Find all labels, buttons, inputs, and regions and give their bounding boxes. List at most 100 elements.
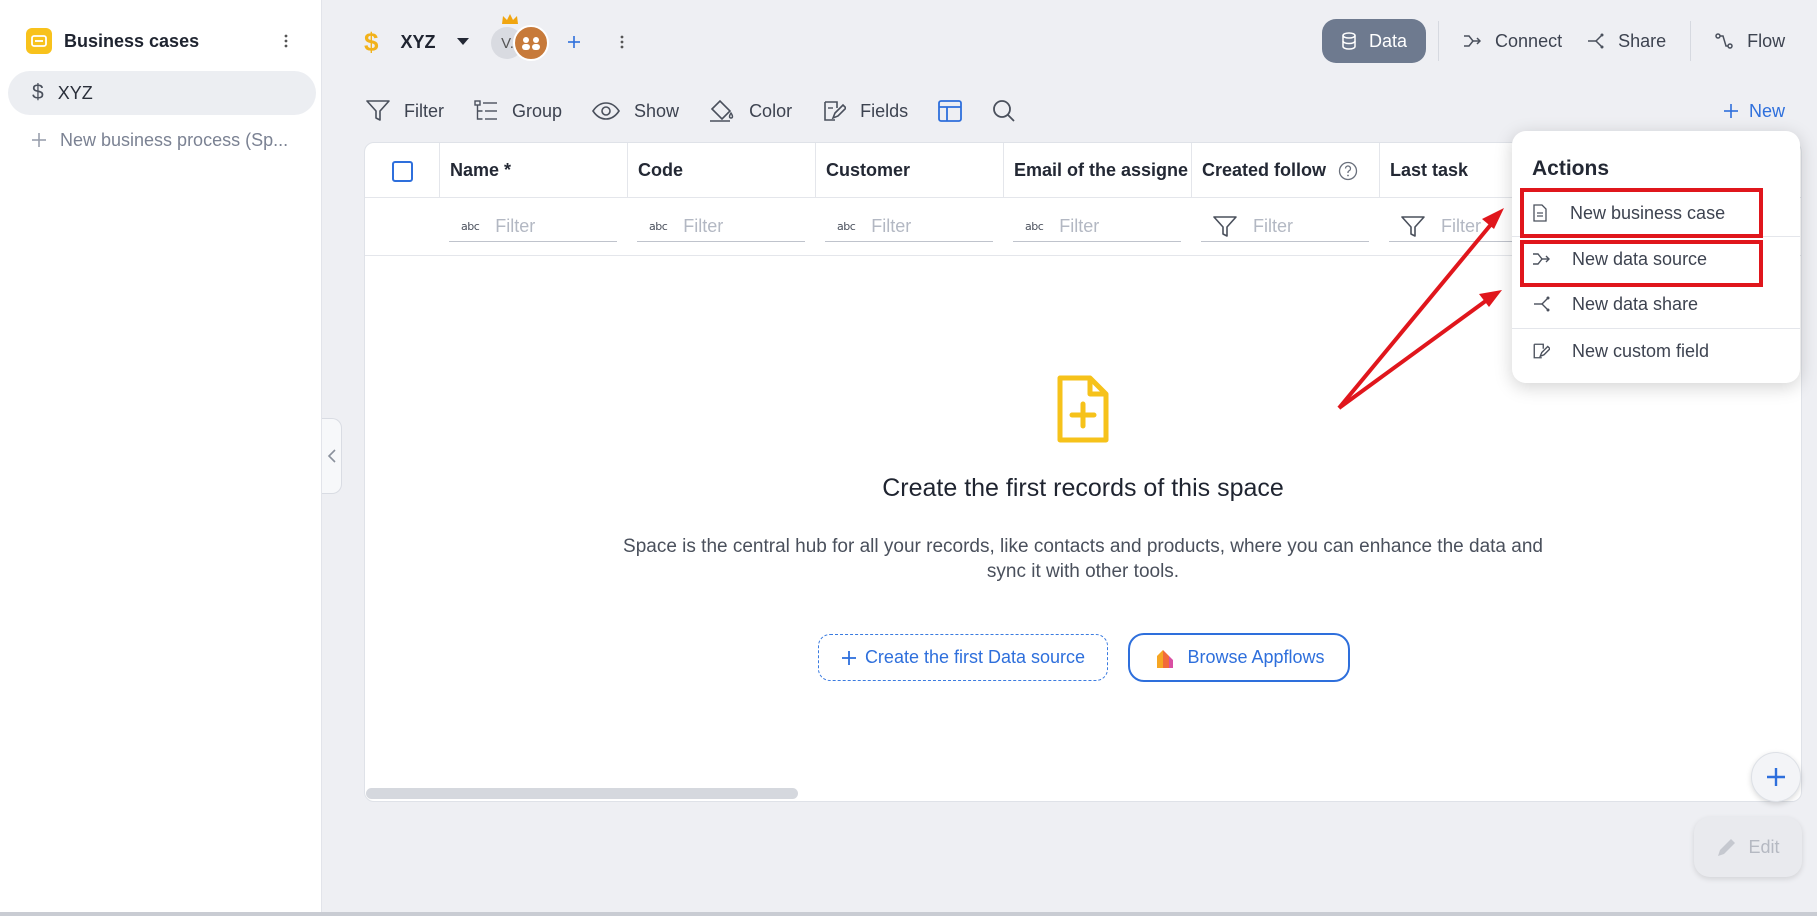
help-icon[interactable] (1338, 161, 1358, 181)
filter-placeholder: Filter (871, 216, 912, 236)
menu-item-new-custom-field[interactable]: New custom field (1512, 331, 1800, 371)
column-title: Email of the assigne (1014, 160, 1189, 180)
caret-down-icon[interactable] (457, 38, 470, 46)
sidebar: Business cases $ XYZ New business proces… (0, 0, 322, 912)
create-first-data-source-label: Create the first Data source (864, 647, 1086, 667)
tab-flow[interactable]: Flow (1703, 19, 1797, 63)
column-title: Name * (450, 160, 512, 180)
column-title: Created follow (1202, 160, 1358, 181)
layout-icon[interactable] (938, 100, 962, 122)
fields-icon (1533, 343, 1550, 359)
filter-placeholder: Filter (1253, 216, 1293, 236)
filter-cell: abc Filter (439, 198, 627, 255)
browse-appflows-button[interactable]: Browse Appflows (1128, 633, 1350, 682)
show-label: Show (634, 100, 680, 121)
group-icon (474, 100, 497, 120)
highlight-new-business-case (1520, 188, 1763, 238)
filter-placeholder: Filter (1059, 216, 1100, 236)
select-all-cell (365, 143, 439, 197)
group-button[interactable]: Group (474, 100, 562, 122)
filter-input[interactable]: Filter (1201, 212, 1369, 242)
color-label: Color (749, 100, 793, 121)
menu-divider (1512, 328, 1800, 329)
eye-icon (592, 102, 620, 120)
empty-state-title: Create the first records of this space (882, 474, 1284, 502)
menu-item-label: New custom field (1572, 340, 1710, 361)
plus-icon (32, 133, 46, 147)
edit-button[interactable]: Edit (1694, 817, 1802, 877)
color-button[interactable]: Color (709, 99, 792, 123)
edit-label: Edit (1748, 836, 1780, 857)
sidebar-more-icon[interactable] (276, 30, 296, 52)
space-name[interactable]: XYZ (400, 32, 435, 53)
member-avatars[interactable]: V. (491, 14, 550, 62)
space-more-icon[interactable] (617, 31, 627, 53)
tab-connect[interactable]: Connect (1451, 19, 1574, 63)
column-header-created-follow[interactable]: Created follow (1191, 143, 1379, 197)
filter-input[interactable]: abc Filter (637, 212, 805, 242)
appflows-logo-icon (1157, 649, 1174, 668)
fields-label: Fields (860, 100, 909, 121)
fields-button[interactable]: Fields (822, 99, 908, 123)
text-type-icon: abc (1025, 220, 1044, 233)
add-record-button[interactable] (1751, 752, 1801, 802)
add-member-icon[interactable] (563, 31, 585, 53)
database-icon (1342, 32, 1356, 50)
filter-cell: abc Filter (1003, 198, 1191, 255)
group-label: Group (512, 100, 563, 121)
text-type-icon: abc (837, 220, 856, 233)
chevron-left-icon (327, 449, 336, 463)
paint-bucket-icon (710, 99, 734, 122)
highlight-new-data-source (1520, 240, 1763, 287)
plus-icon (1767, 768, 1785, 786)
tab-data[interactable]: Data (1322, 19, 1427, 63)
search-icon[interactable] (992, 99, 1016, 123)
share-icon (1534, 296, 1550, 312)
sidebar-collapse-handle[interactable] (322, 418, 342, 494)
divider (1438, 21, 1440, 61)
filter-icon (366, 100, 390, 121)
column-title: Last task (1390, 160, 1469, 180)
new-label: New (1749, 100, 1786, 121)
new-button[interactable]: New (1723, 96, 1785, 126)
crown-icon (501, 13, 519, 25)
horizontal-scrollbar[interactable] (366, 788, 798, 799)
sidebar-item-xyz[interactable]: $ XYZ (8, 71, 316, 115)
column-header-customer[interactable]: Customer (815, 143, 1003, 197)
view-switcher: Data Connect Share Flow (1322, 19, 1817, 63)
show-button[interactable]: Show (592, 101, 679, 122)
avatar-group-icon (513, 25, 550, 61)
bottom-divider (0, 912, 1817, 916)
plus-icon (841, 650, 856, 665)
tab-share[interactable]: Share (1574, 19, 1678, 63)
text-type-icon: abc (649, 220, 668, 233)
space-dollar-icon: $ (364, 26, 379, 57)
filter-icon (1401, 215, 1425, 237)
new-business-process-link[interactable]: New business process (Sp... (30, 127, 292, 153)
flow-icon (1715, 33, 1733, 49)
column-header-code[interactable]: Code (627, 143, 815, 197)
column-title: Code (638, 160, 683, 180)
tab-connect-label: Connect (1495, 30, 1563, 51)
divider (1690, 21, 1692, 61)
column-header-name[interactable]: Name * (439, 143, 627, 197)
filter-input[interactable]: abc Filter (1013, 212, 1181, 242)
filter-cell: Filter (1191, 198, 1379, 255)
new-business-process-label: New business process (Sp... (60, 129, 289, 150)
connect-icon (1464, 35, 1482, 47)
column-title-text: Created follow (1202, 160, 1327, 180)
filter-cell: abc Filter (627, 198, 815, 255)
filter-input[interactable]: abc Filter (449, 212, 617, 242)
share-icon (1588, 33, 1604, 49)
create-first-data-source-button[interactable]: Create the first Data source (818, 634, 1108, 681)
sidebar-title: Business cases (64, 30, 200, 51)
menu-item-new-data-share[interactable]: New data share (1512, 284, 1800, 324)
text-type-icon: abc (461, 220, 480, 233)
filter-button[interactable]: Filter (366, 100, 444, 122)
filter-input[interactable]: abc Filter (825, 212, 993, 242)
select-all-checkbox[interactable] (392, 161, 413, 182)
sidebar-item-label: XYZ (57, 82, 93, 103)
browse-appflows-label: Browse Appflows (1187, 647, 1325, 667)
column-header-email[interactable]: Email of the assigne (1003, 143, 1191, 197)
filter-label: Filter (404, 100, 444, 121)
